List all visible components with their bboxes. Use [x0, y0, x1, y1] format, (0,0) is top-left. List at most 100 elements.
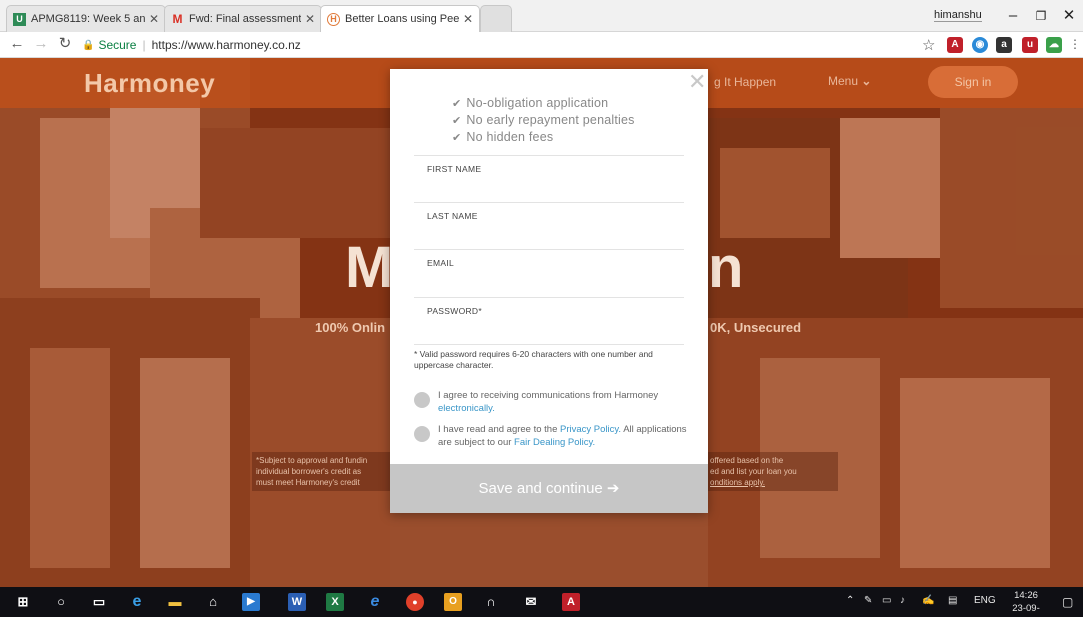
- language-indicator[interactable]: ENG: [974, 595, 996, 606]
- privacy-consent-text: I have read and agree to the Privacy Pol…: [438, 423, 689, 449]
- first-name-input[interactable]: [426, 178, 674, 198]
- volume-icon[interactable]: ♪: [900, 595, 905, 606]
- harmoney-logo[interactable]: Harmoney: [84, 68, 215, 99]
- harmoney-favicon-icon: H: [327, 12, 340, 26]
- search-extension-icon[interactable]: ◉: [972, 37, 988, 53]
- tab-label: Better Loans using Peer-t: [345, 13, 459, 25]
- consent-label: I have read and agree to the: [438, 424, 561, 435]
- app-icon[interactable]: ∩: [482, 593, 500, 611]
- moodle-favicon-icon: U: [13, 12, 26, 26]
- acrobat-icon[interactable]: A: [562, 593, 580, 611]
- account-extension-icon[interactable]: a: [996, 37, 1012, 53]
- keyboard-icon[interactable]: ▤: [948, 595, 957, 606]
- file-explorer-icon[interactable]: ▬: [166, 593, 184, 611]
- privacy-consent-radio[interactable]: [414, 426, 430, 442]
- list-item: ✔ No hidden fees: [452, 129, 635, 146]
- save-and-continue-button[interactable]: Save and continue ➔: [390, 464, 708, 513]
- hero-title-right: n: [708, 235, 744, 300]
- chevron-down-icon: ⌄: [861, 74, 872, 88]
- fair-dealing-policy-link[interactable]: Fair Dealing Policy.: [514, 437, 595, 448]
- communications-consent-radio[interactable]: [414, 392, 430, 408]
- outlook-icon[interactable]: O: [444, 593, 462, 611]
- tab-close-icon[interactable]: ✕: [463, 12, 473, 26]
- email-input[interactable]: [426, 272, 674, 292]
- disclaimer-line: must meet Harmoney's credit: [256, 478, 360, 487]
- tab-close-icon[interactable]: ✕: [305, 12, 315, 26]
- acrobat-extension-icon[interactable]: A: [947, 37, 963, 53]
- omnibox-divider: |: [142, 38, 146, 52]
- browser-toolbar: ← → ↻ 🔒 Secure | https://www.harmoney.co…: [0, 32, 1083, 58]
- tab-gmail[interactable]: M Fwd: Final assessment fo ✕: [164, 5, 322, 32]
- password-field: PASSWORD*: [414, 297, 684, 344]
- list-item: ✔ No early repayment penalties: [452, 112, 635, 129]
- application-modal: ✕ ✔ No-obligation application ✔ No early r…: [390, 69, 708, 513]
- tab-apmg8119[interactable]: U APMG8119: Week 5 and · ✕: [6, 5, 166, 32]
- new-extension-icon[interactable]: ☁: [1046, 37, 1062, 53]
- edge-icon[interactable]: e: [128, 593, 146, 611]
- bookmark-star-icon[interactable]: ☆: [922, 36, 935, 54]
- tab-close-icon[interactable]: ✕: [149, 12, 159, 26]
- browser-menu-icon[interactable]: ⋮: [1066, 35, 1083, 53]
- email-label: EMAIL: [427, 258, 455, 268]
- disclaimer-line: *Subject to approval and fundin: [256, 456, 368, 465]
- tab-label: APMG8119: Week 5 and ·: [31, 13, 145, 25]
- hero-subtitle-left: 100% Onlin: [315, 320, 386, 335]
- hero-subtitle-right: 0K, Unsecured: [710, 320, 802, 335]
- clock-date: 23-09-2017: [1012, 603, 1040, 617]
- window-user-name[interactable]: himanshu: [934, 9, 982, 22]
- mail-icon[interactable]: ✉: [522, 593, 540, 611]
- secure-label: Secure: [98, 38, 137, 52]
- address-bar[interactable]: 🔒 Secure | https://www.harmoney.co.nz: [82, 35, 912, 55]
- sign-in-button[interactable]: Sign in: [928, 66, 1018, 98]
- consent-label: I agree to receiving communications from…: [438, 390, 659, 401]
- list-item: ✔ No-obligation application: [452, 95, 635, 112]
- disclaimer-left: *Subject to approval and fundin individu…: [252, 452, 390, 491]
- electronically-link[interactable]: electronically.: [438, 403, 495, 414]
- last-name-input[interactable]: [426, 225, 674, 245]
- password-input[interactable]: [426, 320, 674, 340]
- store-icon[interactable]: ⌂: [204, 593, 222, 611]
- reload-icon[interactable]: ↻: [56, 35, 74, 53]
- nav-link-make-it-happen[interactable]: g It Happen: [714, 75, 776, 89]
- notifications-icon[interactable]: ▢: [1062, 595, 1073, 609]
- hero-title-left: M: [345, 235, 394, 300]
- tab-label: Fwd: Final assessment fo: [189, 13, 301, 25]
- ink-workspace-icon[interactable]: ✍: [922, 595, 934, 606]
- lock-icon: 🔒: [82, 39, 95, 51]
- check-icon: ✔: [452, 132, 462, 144]
- benefit-label: No early repayment penalties: [466, 113, 635, 127]
- minimize-icon[interactable]: –: [1000, 6, 1026, 26]
- internet-explorer-icon[interactable]: e: [366, 593, 384, 611]
- privacy-policy-link[interactable]: Privacy Policy.: [560, 424, 621, 435]
- window-close-icon[interactable]: ✕: [1056, 6, 1082, 26]
- chrome-icon[interactable]: ●: [406, 593, 424, 611]
- task-view-icon[interactable]: ▭: [90, 593, 108, 611]
- benefits-list: ✔ No-obligation application ✔ No early rep…: [452, 95, 635, 146]
- url-text: https://www.harmoney.co.nz: [151, 38, 301, 52]
- gmail-favicon-icon: M: [172, 12, 183, 26]
- windows-start-icon[interactable]: ⊞: [14, 593, 32, 611]
- word-icon[interactable]: W: [288, 593, 306, 611]
- terms-link[interactable]: onditions apply.: [710, 477, 834, 488]
- media-player-icon[interactable]: ▶: [242, 593, 260, 611]
- forward-icon[interactable]: →: [32, 35, 50, 53]
- restore-icon[interactable]: ❐: [1028, 6, 1054, 26]
- password-label: PASSWORD*: [427, 306, 482, 316]
- check-icon: ✔: [452, 98, 462, 110]
- communications-consent-text: I agree to receiving communications from…: [438, 389, 689, 415]
- disclaimer-line: ed and list your loan you: [710, 467, 797, 476]
- cortana-icon[interactable]: ○: [52, 593, 70, 611]
- show-hidden-icons-icon[interactable]: ⌃: [846, 595, 854, 606]
- email-field: EMAIL: [414, 249, 684, 296]
- system-clock[interactable]: 14:26 23-09-2017: [1003, 589, 1049, 617]
- close-icon[interactable]: ✕: [688, 69, 706, 95]
- menu-button[interactable]: Menu ⌄: [828, 74, 871, 88]
- back-icon[interactable]: ←: [8, 35, 26, 53]
- battery-icon[interactable]: ▭: [882, 595, 891, 606]
- ublock-extension-icon[interactable]: u: [1022, 37, 1038, 53]
- excel-icon[interactable]: X: [326, 593, 344, 611]
- first-name-label: FIRST NAME: [427, 164, 482, 174]
- tab-harmoney[interactable]: H Better Loans using Peer-t ✕: [320, 5, 480, 32]
- new-tab-button[interactable]: [480, 5, 512, 32]
- pen-icon[interactable]: ✎: [864, 595, 872, 606]
